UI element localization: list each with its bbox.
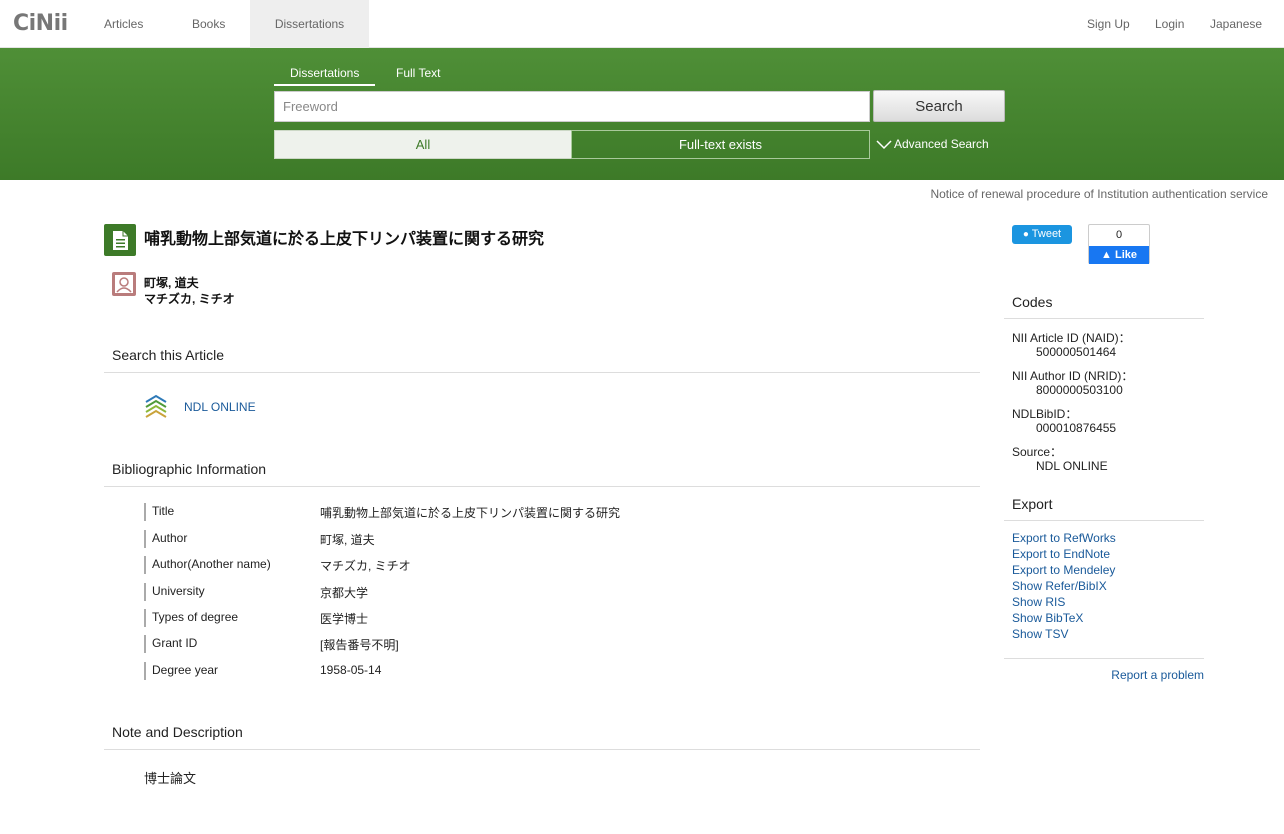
report-problem-link[interactable]: Report a problem [1111,668,1204,682]
notice-link[interactable]: Notice of renewal procedure of Instituti… [930,187,1268,201]
nav-articles[interactable]: Articles [92,0,155,48]
show-bibtex-link[interactable]: Show BibTeX [1012,611,1083,625]
language-link[interactable]: Japanese [1210,0,1262,48]
code-value-nrid: 8000000503100 [1036,383,1123,397]
facebook-like-widget[interactable]: 0 ▲ Like [1088,224,1150,264]
codes-heading: Codes [1004,294,1204,319]
bib-value: 町塚, 道夫 [320,533,375,547]
code-value-ndlbibid: 000010876455 [1036,421,1117,435]
bibliographic-heading: Bibliographic Information [104,461,980,487]
bib-label: Degree year [144,662,218,680]
sidebar-divider [1004,658,1204,659]
nav-books[interactable]: Books [180,0,237,48]
note-heading: Note and Description [104,724,980,750]
ndl-online-link[interactable]: NDL ONLINE [184,400,256,414]
author-kana: マチズカ, ミチオ [144,292,235,306]
code-label-naid: NII Article ID (NAID)： [1012,331,1131,345]
bib-label: Types of degree [144,609,238,627]
nav-dissertations[interactable]: Dissertations [250,0,369,48]
bib-value: 京都大学 [320,586,369,600]
code-label-source: Source： [1012,445,1063,459]
tweet-button[interactable]: ● Tweet [1012,225,1072,244]
twitter-bird-icon: ● [1022,229,1029,240]
search-band: Dissertations Full Text Search All Full-… [0,48,1284,180]
chevron-down-icon [876,140,892,150]
author-name[interactable]: 町塚, 道夫 [144,274,199,291]
tweet-label: Tweet [1031,228,1062,240]
bib-value: 1958-05-14 [320,663,382,677]
filter-all[interactable]: All [274,130,572,159]
code-value-source: NDL ONLINE [1036,459,1108,473]
show-refer-bibix-link[interactable]: Show Refer/BibIX [1012,579,1107,593]
export-endnote-link[interactable]: Export to EndNote [1012,547,1110,561]
top-nav: CiNii Articles Books Dissertations Sign … [0,0,1284,48]
code-label-nrid: NII Author ID (NRID)： [1012,369,1134,383]
bib-label: Author [144,530,187,548]
tab-dissertations[interactable]: Dissertations [274,66,376,86]
bib-value: マチズカ, ミチオ [320,559,411,573]
advanced-search-link[interactable]: Advanced Search [876,137,989,151]
export-mendeley-link[interactable]: Export to Mendeley [1012,563,1115,577]
ndl-logo-icon [145,394,167,418]
like-button[interactable]: ▲ Like [1089,246,1149,264]
bib-label: Author(Another name) [144,556,271,574]
bib-label: University [144,583,205,601]
show-tsv-link[interactable]: Show TSV [1012,627,1068,641]
document-icon [104,224,136,256]
bib-value: 医学博士 [320,612,369,626]
thumbs-up-icon: ▲ [1101,249,1112,261]
cinii-logo[interactable]: CiNii [13,11,68,36]
filter-full-text-exists[interactable]: Full-text exists [571,130,870,159]
like-label: Like [1114,249,1137,261]
export-heading: Export [1004,496,1204,521]
show-ris-link[interactable]: Show RIS [1012,595,1065,609]
search-this-article-heading: Search this Article [104,347,980,373]
tab-full-text[interactable]: Full Text [396,66,440,86]
note-text: 博士論文 [144,771,197,786]
author-avatar-icon [112,272,136,296]
like-count: 0 [1115,229,1123,241]
code-value-naid: 500000501464 [1036,345,1117,359]
bib-value: [報告番号不明] [320,638,399,652]
page-title: 哺乳動物上部気道に於る上皮下リンパ装置に関する研究 [144,229,545,248]
advanced-search-label: Advanced Search [894,137,989,151]
code-label-ndlbibid: NDLBibID： [1012,407,1078,421]
bib-label: Title [144,503,174,521]
login-link[interactable]: Login [1155,0,1184,48]
sign-up-link[interactable]: Sign Up [1087,0,1130,48]
search-input[interactable] [274,91,870,122]
export-refworks-link[interactable]: Export to RefWorks [1012,531,1116,545]
bib-value: 哺乳動物上部気道に於る上皮下リンパ装置に関する研究 [320,506,621,520]
bib-label: Grant ID [144,635,197,653]
search-button[interactable]: Search [873,90,1005,122]
